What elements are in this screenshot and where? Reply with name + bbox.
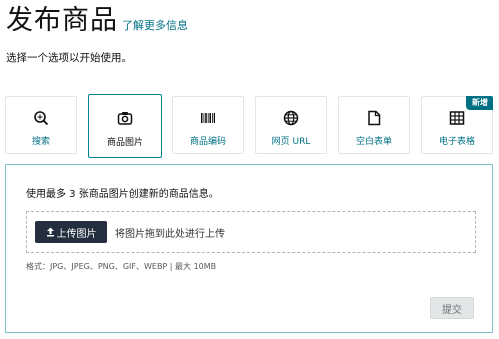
drop-hint: 将图片拖到此处进行上传 [115, 229, 225, 240]
learn-more-link[interactable]: 了解更多信息 [122, 17, 188, 33]
upload-panel: 使用最多 3 张商品图片创建新的商品信息。 上传图片 将图片拖到此处进行上传 格… [5, 164, 493, 333]
upload-icon [46, 227, 54, 237]
tab-blank-form[interactable]: 空白表单 [338, 96, 410, 154]
tab-product-code[interactable]: 商品编码 [172, 96, 244, 154]
tab-label: 搜索 [31, 137, 50, 147]
tab-label: 电子表格 [438, 137, 475, 147]
page-title: 发布商品 [6, 5, 118, 36]
page-subtitle: 选择一个选项以开始使用。 [6, 52, 132, 64]
tab-product-image[interactable]: 商品图片 [88, 94, 162, 158]
panel-description: 使用最多 3 张商品图片创建新的商品信息。 [26, 189, 219, 200]
new-badge: 新增 [466, 96, 493, 110]
format-info: 格式：JPG、JPEG、PNG、GIF、WEBP | 最大 10MB [26, 262, 217, 271]
barcode-icon [201, 113, 215, 123]
tab-label: 商品编码 [189, 137, 226, 147]
header: 发布商品 了解更多信息 [6, 4, 188, 38]
tab-spreadsheet[interactable]: 新增 电子表格 [421, 96, 493, 154]
globe-icon [283, 110, 299, 126]
upload-image-button[interactable]: 上传图片 [35, 221, 107, 243]
tab-label: 网页 URL [271, 137, 311, 147]
camera-icon [117, 112, 133, 125]
spreadsheet-icon [449, 111, 465, 125]
image-dropzone[interactable]: 上传图片 将图片拖到此处进行上传 [26, 211, 476, 253]
document-icon [368, 110, 381, 126]
tab-label: 商品图片 [106, 138, 143, 148]
upload-button-label: 上传图片 [56, 228, 97, 240]
search-icon [34, 111, 49, 126]
tab-web-url[interactable]: 网页 URL [255, 96, 327, 154]
submit-button[interactable]: 提交 [430, 297, 474, 319]
option-tabs: 搜索 商品图片 商品编码 网页 URL 空白表单 新增 电子表格 [5, 94, 493, 158]
tab-search[interactable]: 搜索 [5, 96, 77, 154]
tab-label: 空白表单 [355, 137, 392, 147]
